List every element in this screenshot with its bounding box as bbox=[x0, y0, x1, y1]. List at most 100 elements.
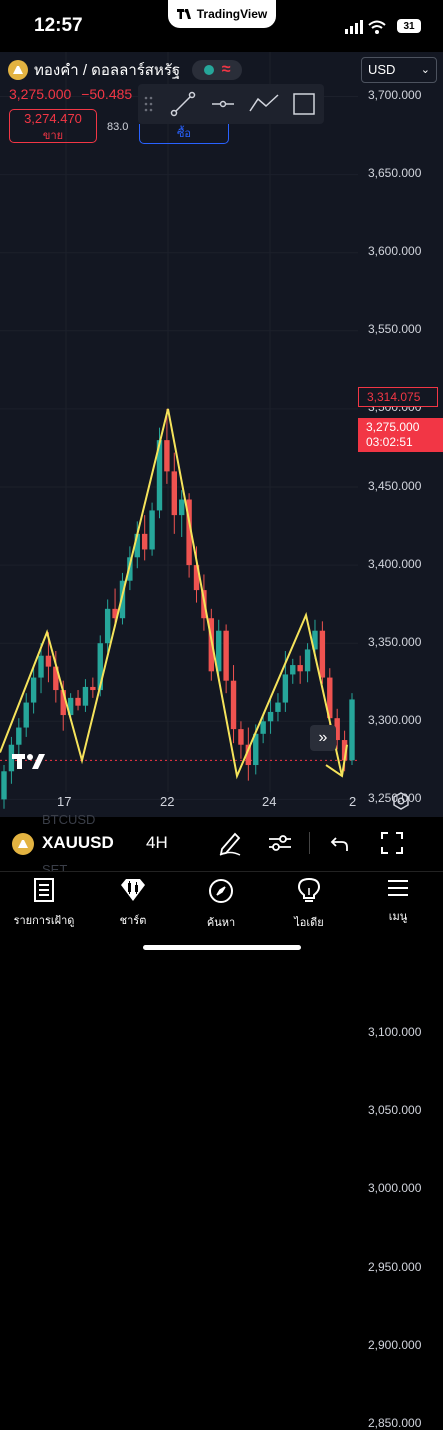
candle-body bbox=[238, 729, 244, 745]
horizontal-line-icon[interactable] bbox=[212, 100, 234, 108]
candle-body bbox=[149, 510, 155, 550]
price-axis-label: 3,050.000 bbox=[368, 1103, 422, 1118]
market-status-pill[interactable]: ≈ bbox=[192, 60, 243, 80]
candle-body bbox=[304, 649, 311, 672]
trend-line-icon[interactable] bbox=[170, 91, 196, 117]
time-axis-label: 17 bbox=[57, 794, 72, 809]
symbol-title: ทองคำ / ดอลลาร์สหรัฐ bbox=[34, 62, 181, 79]
price-axis-label: 3,350.000 bbox=[368, 634, 422, 649]
candle-body bbox=[230, 680, 237, 730]
tab-watchlist[interactable]: รายการเฝ้าดู bbox=[4, 878, 84, 929]
price-axis-label: 3,650.000 bbox=[368, 166, 422, 181]
spread-value: 83.0 bbox=[107, 121, 129, 133]
gold-coin-icon bbox=[8, 60, 28, 80]
previous-symbol-ghost: BTCUSD bbox=[42, 812, 96, 827]
status-time: 12:57 bbox=[34, 15, 83, 36]
candle-body bbox=[260, 721, 266, 734]
sell-price: 3,274.470 bbox=[24, 111, 82, 126]
drag-handle-icon[interactable] bbox=[144, 96, 153, 112]
candle-body bbox=[141, 533, 148, 550]
tab-menu[interactable]: เมนู bbox=[358, 878, 438, 925]
candle-body bbox=[349, 699, 355, 761]
candle-body bbox=[267, 711, 274, 722]
candle-body bbox=[23, 702, 29, 728]
drawing-toolbar bbox=[138, 84, 324, 124]
candle-body bbox=[275, 702, 281, 712]
price-axis-label: 3,400.000 bbox=[368, 556, 422, 571]
last-price-tag: 3,275.000 03:02:51 bbox=[358, 418, 443, 452]
tab-chart[interactable]: ชาร์ต bbox=[93, 878, 173, 929]
current-price-tag: 3,314.075 bbox=[358, 387, 438, 407]
currency-value: USD bbox=[368, 62, 396, 77]
symbol-coin-icon bbox=[12, 833, 34, 855]
tab-ideas[interactable]: ไอเดีย bbox=[269, 877, 349, 931]
candle-body bbox=[297, 665, 303, 672]
last-price-tag-value: 3,275.000 bbox=[366, 420, 420, 434]
tradingview-pill[interactable]: TradingView bbox=[168, 0, 276, 28]
double-chevron-right-icon: » bbox=[318, 729, 328, 746]
candle-body bbox=[290, 665, 296, 675]
candle-body bbox=[164, 440, 170, 472]
symbol-header[interactable]: ทองคำ / ดอลลาร์สหรัฐ ≈ bbox=[8, 58, 243, 82]
tab-watchlist-label: รายการเฝ้าดู bbox=[13, 915, 75, 927]
candle-body bbox=[223, 630, 229, 681]
symbol-search-button[interactable]: XAUUSD bbox=[42, 833, 114, 853]
tradingview-logo-icon bbox=[176, 9, 191, 19]
ideas-icon bbox=[297, 877, 321, 902]
candle-body bbox=[171, 471, 177, 516]
price-axis-label: 3,100.000 bbox=[368, 1025, 422, 1040]
price-axis-label: 3,450.000 bbox=[368, 478, 422, 493]
candle-body bbox=[30, 677, 37, 703]
tab-ideas-label: ไอเดีย bbox=[294, 917, 324, 929]
home-indicator bbox=[143, 945, 301, 950]
candle-body bbox=[38, 655, 44, 678]
candle-body bbox=[75, 697, 81, 706]
menu-icon bbox=[388, 880, 408, 896]
fullscreen-icon[interactable] bbox=[380, 831, 404, 855]
tab-explore-label: ค้นหา bbox=[206, 917, 236, 929]
price-axis-label: 2,850.000 bbox=[368, 1415, 422, 1430]
candle-body bbox=[90, 686, 96, 691]
candle-body bbox=[319, 630, 326, 678]
buy-button[interactable]: ซื้อ bbox=[139, 124, 229, 144]
time-axis-label: 24 bbox=[262, 794, 277, 809]
battery-icon: 31 bbox=[397, 19, 421, 33]
price-axis-label: 3,300.000 bbox=[368, 712, 422, 727]
candle-body bbox=[104, 608, 111, 644]
tradingview-pill-label: TradingView bbox=[196, 7, 268, 21]
buy-label: ซื้อ bbox=[176, 128, 192, 140]
scroll-to-realtime-button[interactable]: » bbox=[310, 725, 336, 751]
undo-icon[interactable] bbox=[330, 834, 350, 852]
delayed-data-icon: ≈ bbox=[221, 61, 231, 78]
candle-body bbox=[179, 499, 185, 516]
rectangle-icon[interactable] bbox=[293, 93, 315, 115]
price-axis-label: 2,950.000 bbox=[368, 1259, 422, 1274]
tab-explore[interactable]: ค้นหา bbox=[181, 878, 261, 931]
sell-label: ขาย bbox=[42, 130, 64, 142]
chart-icon bbox=[121, 879, 145, 901]
tradingview-watermark-logo bbox=[12, 754, 45, 769]
candle-body bbox=[16, 727, 22, 745]
signal-wifi-icons bbox=[345, 20, 386, 34]
time-axis-label: 22 bbox=[160, 794, 175, 809]
candle-body bbox=[1, 771, 7, 800]
toolbar-divider bbox=[309, 832, 310, 854]
price-change: −50.485 bbox=[81, 86, 133, 102]
sell-button[interactable]: 3,274.470 ขาย bbox=[9, 109, 97, 143]
watchlist-icon bbox=[34, 878, 54, 902]
pencil-draw-icon[interactable] bbox=[218, 830, 242, 856]
candle-body bbox=[282, 674, 289, 703]
price-axis-label: 3,600.000 bbox=[368, 244, 422, 259]
candle-body bbox=[45, 655, 52, 667]
explore-icon bbox=[209, 879, 233, 903]
currency-select[interactable]: USD ⌄ bbox=[361, 57, 437, 83]
indicators-icon[interactable] bbox=[268, 833, 292, 853]
interval-button[interactable]: 4H bbox=[146, 833, 168, 853]
price-axis-label: 3,550.000 bbox=[368, 322, 422, 337]
path-icon[interactable] bbox=[249, 94, 279, 112]
price-axis-label: 3,700.000 bbox=[368, 88, 422, 102]
time-axis-label: 2 bbox=[349, 794, 357, 809]
chart-settings-icon[interactable] bbox=[392, 792, 410, 810]
countdown-timer: 03:02:51 bbox=[366, 435, 413, 449]
tab-chart-label: ชาร์ต bbox=[119, 915, 147, 927]
